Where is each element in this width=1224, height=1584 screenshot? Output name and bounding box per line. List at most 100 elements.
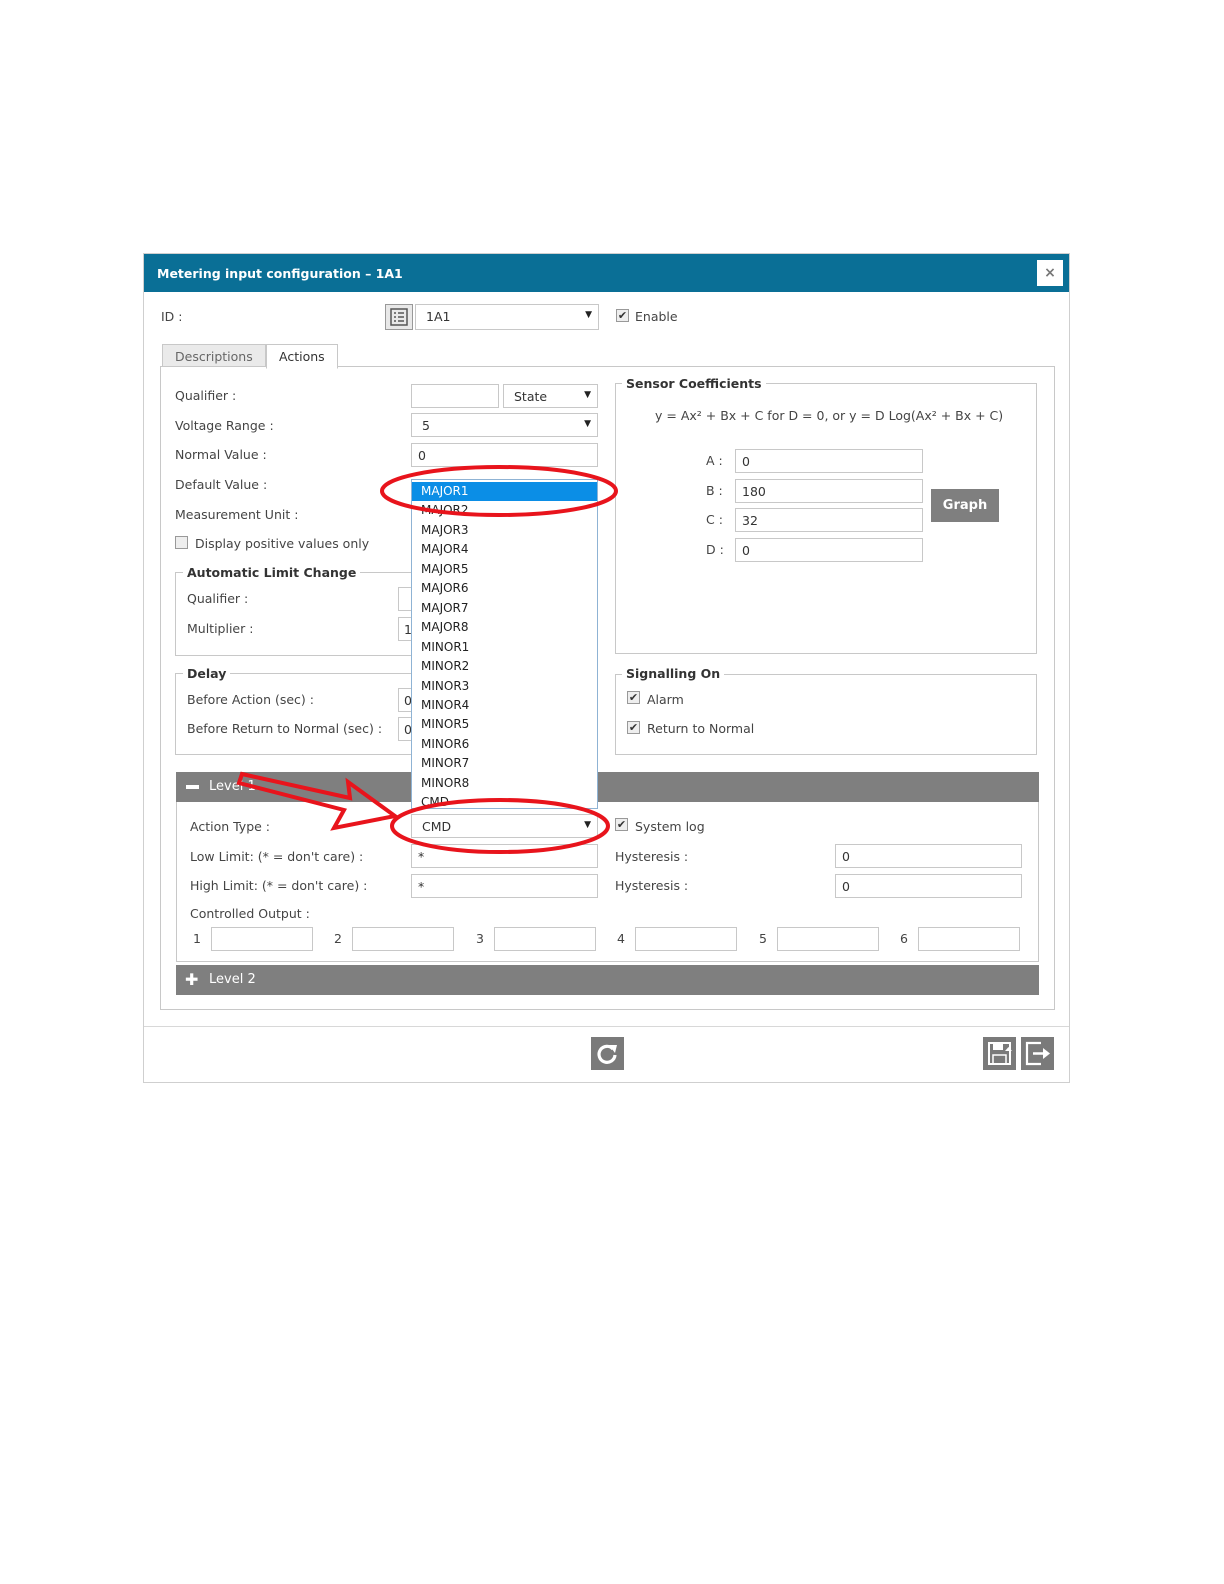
voltage-range-value: 5 [422, 418, 430, 433]
dropdown-option[interactable]: CMD [412, 793, 597, 808]
action-type-label: Action Type : [190, 819, 271, 834]
hysteresis-high-label: Hysteresis : [615, 878, 689, 893]
output-2-input[interactable] [352, 927, 454, 951]
dropdown-option[interactable]: MAJOR1 [412, 482, 597, 502]
before-return-label: Before Return to Normal (sec) : [187, 721, 383, 736]
level1-title: Level 1 [209, 779, 256, 794]
dropdown-option[interactable]: MAJOR3 [412, 521, 597, 540]
positive-only-label: Display positive values only [195, 536, 370, 551]
dropdown-option[interactable]: MINOR6 [412, 735, 597, 754]
measurement-unit-label: Measurement Unit : [175, 507, 299, 522]
low-limit-label: Low Limit: (* = don't care) : [190, 849, 364, 864]
before-action-label: Before Action (sec) : [187, 692, 314, 707]
graph-button[interactable]: Graph [931, 489, 999, 522]
return-normal-label: Return to Normal [647, 721, 755, 736]
level2-title: Level 2 [209, 972, 256, 987]
enable-checkbox[interactable]: ✔ [616, 309, 629, 322]
dropdown-option[interactable]: MINOR3 [412, 677, 597, 696]
output-5-label: 5 [759, 931, 767, 946]
id-select[interactable]: 1A1 [415, 304, 599, 330]
normal-value-label: Normal Value : [175, 447, 267, 462]
system-log-checkbox[interactable]: ✔ [615, 818, 628, 831]
collapse-icon[interactable] [186, 785, 199, 789]
coef-d-input[interactable]: 0 [735, 538, 923, 562]
output-3-label: 3 [476, 931, 484, 946]
id-label: ID : [161, 309, 183, 324]
action-type-dropdown-list[interactable]: MAJOR1 MAJOR2 MAJOR3 MAJOR4 MAJOR5 MAJOR6 MAJO… [411, 479, 598, 809]
coef-a-label: A : [706, 453, 723, 468]
coef-d-label: D : [706, 542, 724, 557]
coef-b-input[interactable]: 180 [735, 479, 923, 503]
dropdown-option[interactable]: MINOR1 [412, 638, 597, 657]
save-icon[interactable] [983, 1037, 1016, 1070]
system-log-label: System log [635, 819, 705, 834]
coef-c-input[interactable]: 32 [735, 508, 923, 532]
voltage-range-select[interactable]: 5 [411, 413, 598, 437]
footer-divider [144, 1026, 1069, 1027]
output-5-input[interactable] [777, 927, 879, 951]
level1-header[interactable]: Level 1 [176, 772, 1039, 802]
dialog-titlebar: Metering input configuration – 1A1 × [144, 254, 1069, 292]
dropdown-option[interactable]: MINOR2 [412, 657, 597, 676]
low-limit-input[interactable]: * [411, 844, 598, 868]
qualifier-label: Qualifier : [175, 388, 237, 403]
dropdown-option[interactable]: MINOR4 [412, 696, 597, 715]
sensor-legend: Sensor Coefficients [622, 376, 766, 391]
dropdown-option[interactable]: MAJOR5 [412, 560, 597, 579]
coef-c-label: C : [706, 512, 723, 527]
exit-icon[interactable] [1021, 1037, 1054, 1070]
signalling-legend: Signalling On [622, 666, 725, 681]
close-button[interactable]: × [1037, 260, 1063, 286]
output-1-input[interactable] [211, 927, 313, 951]
signalling-fieldset [615, 674, 1037, 755]
high-limit-input[interactable]: * [411, 874, 598, 898]
tab-actions[interactable]: Actions [266, 344, 338, 369]
voltage-range-label: Voltage Range : [175, 418, 274, 433]
dropdown-option[interactable]: MAJOR6 [412, 579, 597, 598]
coef-b-label: B : [706, 483, 723, 498]
multiplier-label: Multiplier : [187, 621, 254, 636]
positive-only-checkbox[interactable] [175, 536, 188, 549]
config-dialog: Metering input configuration – 1A1 × ID … [143, 253, 1070, 1083]
level2-header[interactable]: ✚ Level 2 [176, 965, 1039, 995]
output-1-label: 1 [193, 931, 201, 946]
output-6-input[interactable] [918, 927, 1020, 951]
dropdown-option[interactable]: MAJOR8 [412, 618, 597, 637]
output-6-label: 6 [900, 931, 908, 946]
dropdown-option[interactable]: MINOR7 [412, 754, 597, 773]
enable-label: Enable [635, 309, 678, 324]
refresh-icon[interactable] [591, 1037, 624, 1070]
output-3-input[interactable] [494, 927, 596, 951]
auto-limit-legend: Automatic Limit Change [183, 565, 361, 580]
qualifier-input[interactable] [411, 384, 499, 408]
list-icon[interactable] [385, 304, 413, 330]
alarm-label: Alarm [647, 692, 684, 707]
high-limit-label: High Limit: (* = don't care) : [190, 878, 368, 893]
qualifier-type-select[interactable]: State [503, 384, 598, 408]
alarm-checkbox[interactable]: ✔ [627, 691, 640, 704]
action-type-select[interactable]: CMD [411, 814, 598, 838]
dropdown-option[interactable]: MINOR8 [412, 774, 597, 793]
dropdown-option[interactable]: MAJOR2 [412, 501, 597, 520]
output-4-label: 4 [617, 931, 625, 946]
output-4-input[interactable] [635, 927, 737, 951]
sensor-formula: y = Ax² + Bx + C for D = 0, or y = D Log… [655, 408, 1004, 423]
dialog-title: Metering input configuration – 1A1 [157, 266, 403, 281]
coef-a-input[interactable]: 0 [735, 449, 923, 473]
dropdown-option[interactable]: MINOR5 [412, 715, 597, 734]
delay-legend: Delay [183, 666, 231, 681]
hysteresis-high-input[interactable]: 0 [835, 874, 1022, 898]
hysteresis-low-label: Hysteresis : [615, 849, 689, 864]
expand-icon[interactable]: ✚ [185, 972, 198, 988]
delay-fieldset [175, 673, 415, 755]
return-normal-checkbox[interactable]: ✔ [627, 721, 640, 734]
hysteresis-low-input[interactable]: 0 [835, 844, 1022, 868]
action-type-value: CMD [422, 819, 452, 834]
id-select-value: 1A1 [426, 309, 451, 324]
dropdown-option[interactable]: MAJOR7 [412, 599, 597, 618]
controlled-output-label: Controlled Output : [190, 906, 310, 921]
auto-qualifier-label: Qualifier : [187, 591, 249, 606]
auto-limit-fieldset [175, 572, 415, 656]
normal-value-input[interactable]: 0 [411, 443, 598, 467]
dropdown-option[interactable]: MAJOR4 [412, 540, 597, 559]
